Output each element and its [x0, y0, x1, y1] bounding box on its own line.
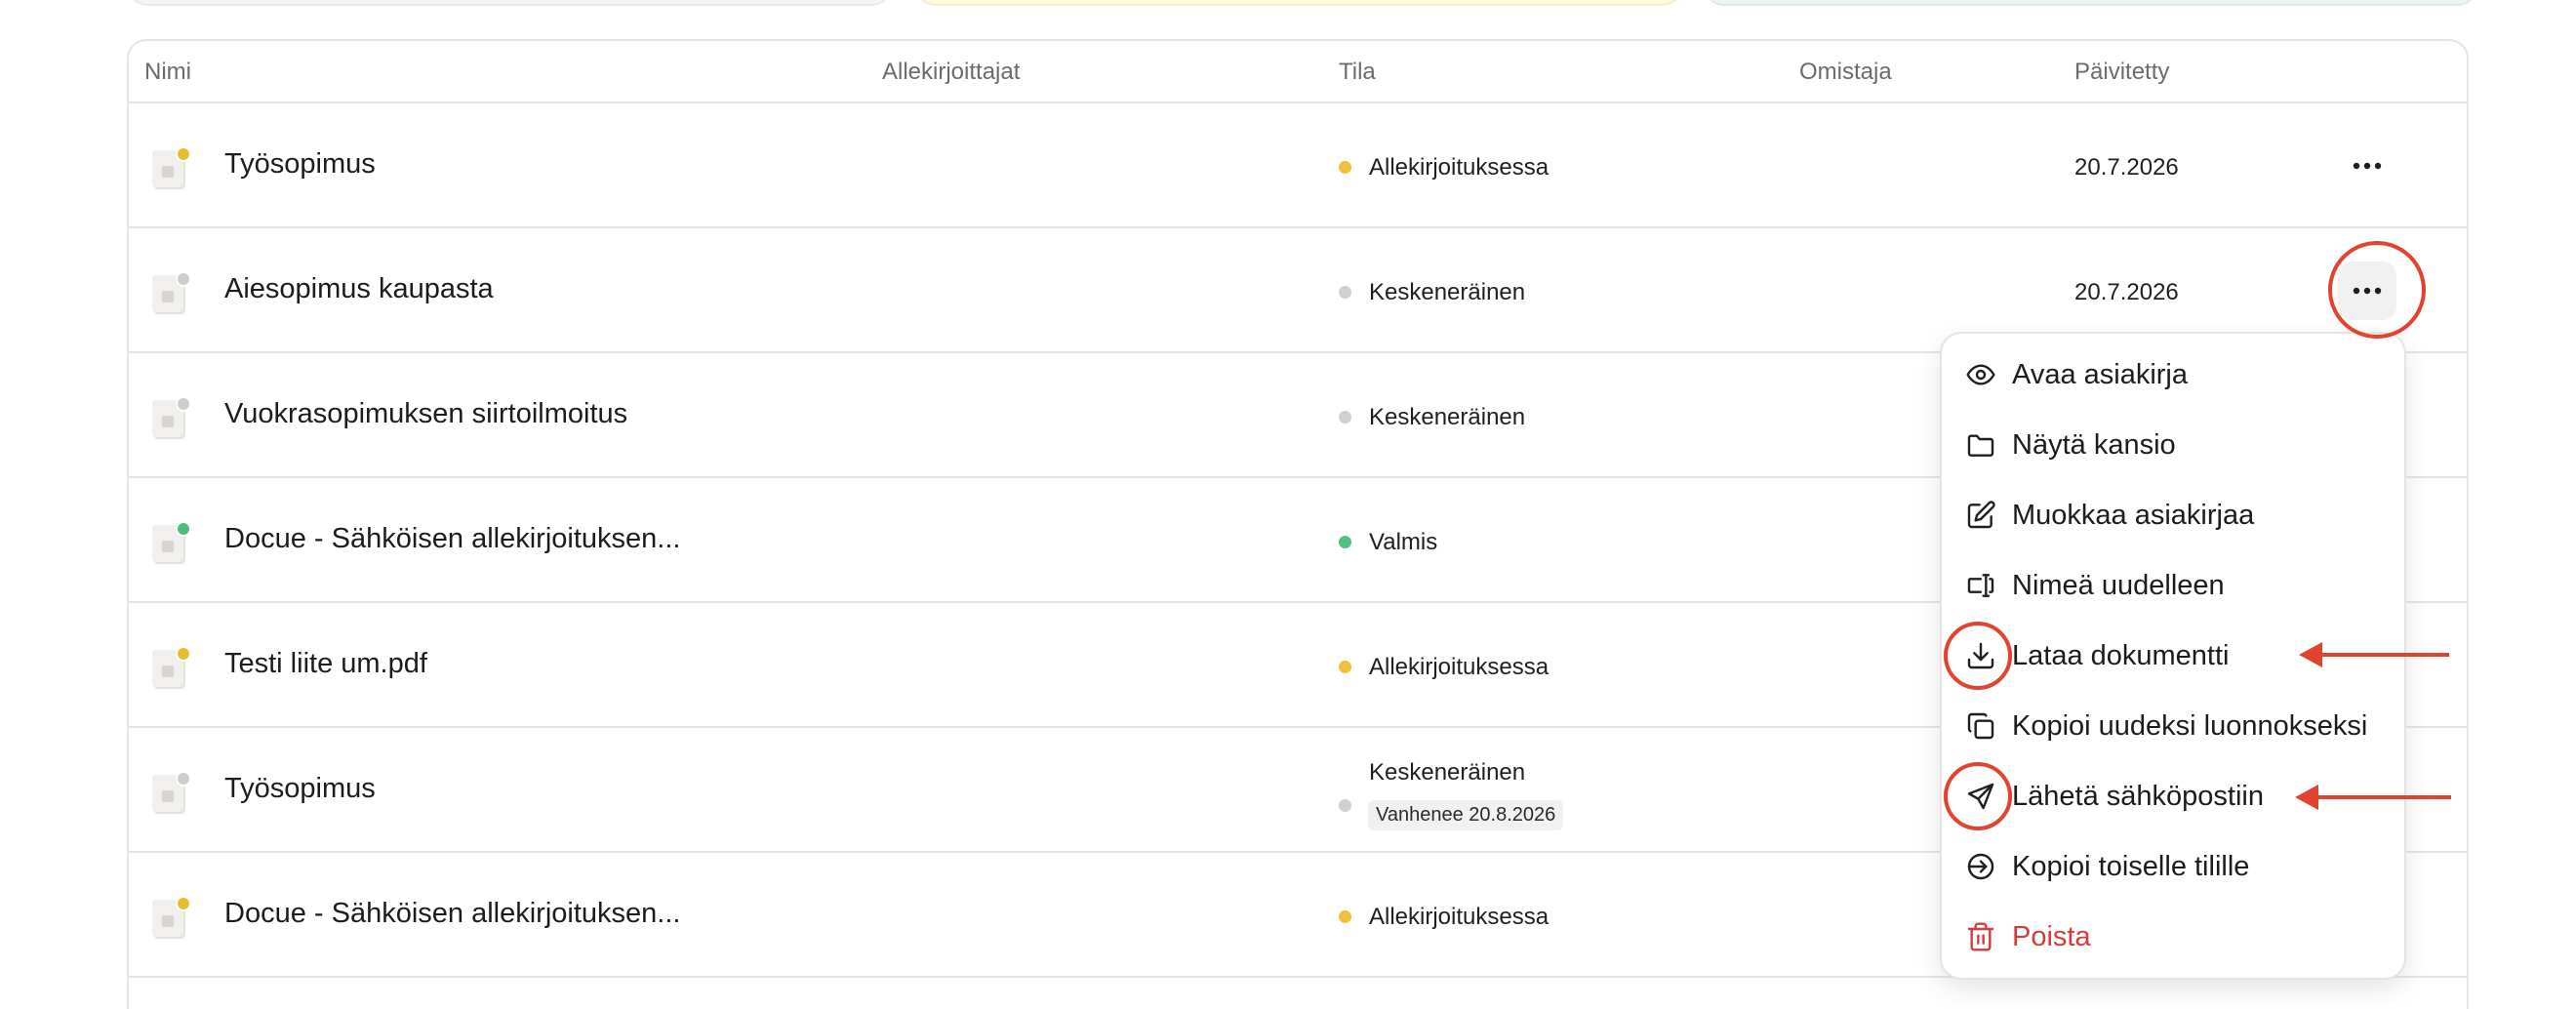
document-icon — [152, 896, 191, 939]
folder-icon — [1967, 434, 1994, 457]
document-name[interactable]: Docue - Sähköisen allekirjoituksen... — [224, 898, 680, 930]
rename-icon — [1967, 574, 1994, 597]
header-signers[interactable]: Allekirjoittajat — [882, 59, 1020, 86]
stat-card-drafts[interactable] — [127, 0, 893, 6]
clock-badge-icon — [176, 646, 191, 662]
annotation-circle-download-icon — [1944, 622, 2012, 690]
status-badge: Allekirjoituksessa — [1339, 904, 1549, 931]
document-name[interactable]: Docue - Sähköisen allekirjoituksen... — [224, 523, 680, 555]
document-name[interactable]: Testi liite um.pdf — [224, 648, 427, 680]
status-label: Valmis — [1369, 529, 1438, 555]
status-badge: Keskeneräinen — [1339, 404, 1525, 431]
copy-icon — [1967, 712, 1994, 740]
status-label: Allekirjoituksessa — [1369, 654, 1550, 680]
trash-icon — [1967, 922, 1994, 951]
status-dot-icon — [1339, 411, 1351, 424]
check-badge-icon — [176, 521, 191, 537]
status-label: Keskeneräinen — [1369, 279, 1526, 305]
clock-badge-icon — [176, 896, 191, 911]
table-header: Nimi Allekirjoittajat Tila Omistaja Päiv… — [129, 41, 2467, 103]
status-dot-icon — [1339, 286, 1351, 299]
edit-icon — [1967, 501, 1995, 529]
document-name[interactable]: Työsopimus — [224, 773, 376, 805]
draft-badge-icon — [176, 396, 191, 412]
menu-item-copy-account[interactable]: Kopioi toiselle tilille — [1942, 837, 2404, 896]
row-actions-button[interactable] — [2338, 137, 2396, 195]
menu-item-open[interactable]: Avaa asiakirja — [1942, 345, 2404, 404]
menu-item-rename[interactable]: Nimeä uudelleen — [1942, 556, 2404, 615]
expiry-badge: Vanhenee 20.8.2026 — [1368, 800, 1564, 830]
header-updated[interactable]: Päivitetty — [2074, 59, 2169, 86]
status-label: Allekirjoituksessa — [1369, 154, 1550, 181]
stat-card-completed[interactable] — [1703, 0, 2478, 6]
updated-date: 20.7.2026 — [2074, 279, 2179, 305]
menu-item-edit[interactable]: Muokkaa asiakirjaa — [1942, 486, 2404, 545]
header-name[interactable]: Nimi — [144, 59, 191, 86]
transfer-icon — [1967, 853, 1994, 880]
menu-item-label: Lataa dokumentti — [2012, 640, 2230, 671]
clock-badge-icon — [176, 146, 191, 162]
menu-item-label: Avaa asiakirja — [2012, 359, 2189, 390]
annotation-circle-send-icon — [1944, 762, 2012, 830]
status-badge: Keskeneräinen — [1339, 759, 1525, 787]
menu-item-label: Lähetä sähköpostiin — [2012, 781, 2264, 812]
status-badge: Allekirjoituksessa — [1339, 654, 1549, 681]
menu-item-copy-draft[interactable]: Kopioi uudeksi luonnokseksi — [1942, 697, 2404, 755]
updated-date: 20.7.2026 — [2074, 154, 2179, 181]
table-row[interactable]: Työsopimus Allekirjoituksessa 20.7.2026 — [129, 103, 2467, 228]
document-name[interactable]: Aiesopimus kaupasta — [224, 273, 494, 305]
status-badge: Allekirjoituksessa — [1339, 154, 1549, 182]
document-icon — [152, 396, 191, 439]
status-badge: Keskeneräinen — [1339, 279, 1525, 306]
document-icon — [152, 521, 191, 564]
menu-item-label: Kopioi uudeksi luonnokseksi — [2012, 710, 2368, 742]
status-dot-icon — [1339, 536, 1351, 548]
status-dot-icon — [1339, 910, 1351, 923]
status-badge: Valmis — [1339, 529, 1437, 556]
menu-item-label: Muokkaa asiakirjaa — [2012, 500, 2255, 531]
status-dot-icon — [1339, 161, 1351, 174]
document-name[interactable]: Työsopimus — [224, 148, 376, 181]
status-dot-icon — [1339, 661, 1351, 673]
menu-item-label: Näytä kansio — [2012, 429, 2176, 461]
header-owner[interactable]: Omistaja — [1799, 59, 1892, 86]
menu-item-label: Nimeä uudelleen — [2012, 570, 2225, 601]
document-icon — [152, 646, 191, 689]
annotation-arrow-download — [2299, 642, 2449, 667]
document-icon — [152, 146, 191, 189]
status-label: Keskeneräinen — [1369, 759, 1526, 786]
annotation-arrow-send — [2295, 785, 2451, 810]
status-label: Keskeneräinen — [1369, 404, 1526, 430]
menu-item-show-folder[interactable]: Näytä kansio — [1942, 416, 2404, 474]
draft-badge-icon — [176, 271, 191, 287]
document-icon — [152, 771, 191, 814]
menu-item-label: Poista — [2012, 921, 2091, 952]
status-dot-icon — [1339, 799, 1351, 812]
menu-item-delete[interactable]: Poista — [1942, 908, 2404, 966]
document-icon — [152, 271, 191, 314]
status-label: Allekirjoituksessa — [1369, 904, 1550, 930]
draft-badge-icon — [176, 771, 191, 787]
header-status[interactable]: Tila — [1339, 59, 1376, 86]
menu-item-label: Kopioi toiselle tilille — [2012, 851, 2250, 882]
annotation-circle-actions-button — [2328, 241, 2426, 339]
eye-icon — [1966, 364, 1995, 385]
document-name[interactable]: Vuokrasopimuksen siirtoilmoitus — [224, 398, 627, 430]
more-horizontal-icon — [2353, 162, 2382, 170]
stat-card-in-signing[interactable] — [914, 0, 1683, 6]
